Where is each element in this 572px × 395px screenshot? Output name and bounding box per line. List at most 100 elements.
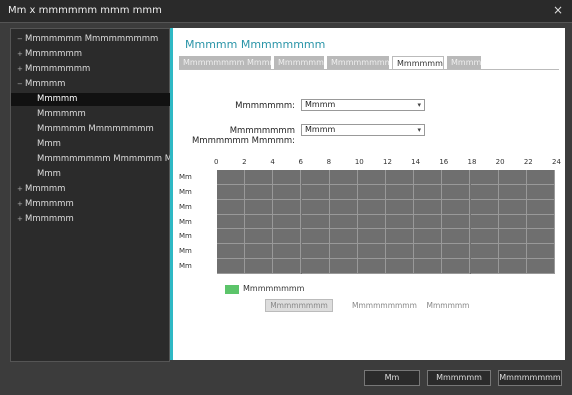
schedule-cell[interactable]	[470, 229, 499, 245]
schedule-cell[interactable]	[498, 184, 527, 200]
expand-icon[interactable]: +	[17, 48, 25, 61]
schedule-cell[interactable]	[357, 199, 386, 215]
schedule-cell[interactable]	[245, 244, 274, 260]
schedule-cell[interactable]	[386, 199, 415, 215]
schedule-cell[interactable]	[498, 259, 527, 274]
schedule-cell[interactable]	[245, 184, 274, 200]
schedule-cell[interactable]	[217, 170, 246, 185]
schedule-cell[interactable]	[357, 170, 386, 185]
schedule-cell[interactable]	[357, 244, 386, 260]
schedule-cell[interactable]	[301, 170, 330, 185]
schedule-cell[interactable]	[329, 170, 358, 185]
tab-3[interactable]: Mmmmmmmm	[392, 56, 444, 70]
tree-item[interactable]: Mmmmm	[11, 93, 187, 106]
schedule-cell[interactable]	[470, 214, 499, 230]
schedule-cell[interactable]	[414, 184, 443, 200]
schedule-cell[interactable]	[414, 170, 443, 185]
apply-button[interactable]: Mmmmmmmm	[498, 370, 562, 386]
schedule-cell[interactable]	[245, 229, 274, 245]
schedule-cell[interactable]	[526, 259, 555, 274]
close-icon[interactable]: ×	[551, 3, 565, 17]
schedule-cell[interactable]	[273, 259, 302, 274]
schedule-cell[interactable]	[498, 214, 527, 230]
tree-item[interactable]: Mmmmmm	[11, 108, 187, 121]
schedule-cell[interactable]	[386, 170, 415, 185]
expand-icon[interactable]: +	[17, 183, 25, 196]
schedule-cell[interactable]	[526, 229, 555, 245]
tab-2[interactable]: Mmmmmmmm	[327, 56, 389, 70]
expand-icon[interactable]: +	[17, 198, 25, 211]
schedule-cell[interactable]	[414, 199, 443, 215]
schedule-cell[interactable]	[217, 199, 246, 215]
schedule-cell[interactable]	[414, 244, 443, 260]
schedule-cell[interactable]	[301, 184, 330, 200]
schedule-cell[interactable]	[273, 199, 302, 215]
schedule-cell[interactable]	[329, 184, 358, 200]
schedule-cell[interactable]	[498, 229, 527, 245]
schedule-cell[interactable]	[329, 199, 358, 215]
panel-button-2[interactable]: Mmmmmmmmm	[351, 299, 417, 312]
schedule-cell[interactable]	[386, 214, 415, 230]
schedule-cell[interactable]	[442, 170, 471, 185]
tree-item[interactable]: Mmmmmm Mmmmmmmm	[11, 123, 187, 136]
schedule-cell[interactable]	[329, 244, 358, 260]
ok-button[interactable]: Mm	[364, 370, 420, 386]
schedule-cell[interactable]	[470, 184, 499, 200]
schedule-cell[interactable]	[301, 259, 330, 274]
schedule-cell[interactable]	[386, 259, 415, 274]
schedule-cell[interactable]	[442, 229, 471, 245]
schedule-cell[interactable]	[442, 259, 471, 274]
panel-button-3[interactable]: Mmmmmm	[425, 299, 471, 312]
schedule-cell[interactable]	[470, 170, 499, 185]
schedule-cell[interactable]	[498, 199, 527, 215]
schedule-cell[interactable]	[301, 229, 330, 245]
tree-item[interactable]: + Mmmmmmm	[11, 48, 175, 61]
tree-item[interactable]: + Mmmmmm	[11, 198, 175, 211]
schedule-cell[interactable]	[526, 170, 555, 185]
schedule-cell[interactable]	[301, 244, 330, 260]
schedule-cell[interactable]	[386, 184, 415, 200]
tree-item[interactable]: Mmm	[11, 138, 187, 151]
expand-icon[interactable]: +	[17, 63, 25, 76]
schedule-cell[interactable]	[273, 214, 302, 230]
schedule-cell[interactable]	[414, 259, 443, 274]
schedule-cell[interactable]	[526, 244, 555, 260]
schedule-cell[interactable]	[245, 170, 274, 185]
schedule-cell[interactable]	[245, 259, 274, 274]
schedule-cell[interactable]	[357, 214, 386, 230]
schedule-cell[interactable]	[526, 184, 555, 200]
schedule-cell[interactable]	[357, 184, 386, 200]
schedule-cell[interactable]	[470, 244, 499, 260]
tree-item[interactable]: Mmm	[11, 168, 187, 181]
schedule-cell[interactable]	[217, 259, 246, 274]
schedule-cell[interactable]	[386, 229, 415, 245]
tree-item[interactable]: + Mmmmmmmm	[11, 63, 175, 76]
tree-item[interactable]: + Mmmmmm	[11, 213, 175, 226]
schedule-cell[interactable]	[329, 259, 358, 274]
schedule-cell[interactable]	[273, 229, 302, 245]
schedule-cell[interactable]	[217, 184, 246, 200]
schedule-cell[interactable]	[245, 214, 274, 230]
schedule-cell[interactable]	[386, 244, 415, 260]
schedule-cell[interactable]	[414, 229, 443, 245]
collapse-icon[interactable]: −	[17, 78, 25, 91]
tab-1[interactable]: Mmmmmm	[274, 56, 324, 70]
tree-item[interactable]: Mmmmmmmmm Mmmmmm Mmmmmm	[11, 153, 213, 166]
tab-0[interactable]: Mmmmmmmm Mmmmmm	[179, 56, 271, 70]
collapse-icon[interactable]: −	[17, 33, 25, 46]
schedule-cell[interactable]	[217, 229, 246, 245]
expand-icon[interactable]: +	[17, 213, 25, 226]
tab-4[interactable]: Mmmmm	[447, 56, 481, 70]
schedule-grid[interactable]	[217, 170, 555, 274]
schedule-cell[interactable]	[442, 199, 471, 215]
schedule-cell[interactable]	[414, 214, 443, 230]
schedule-cell[interactable]	[273, 170, 302, 185]
field-select-1[interactable]: Mmmm ▾	[301, 99, 425, 111]
cancel-button[interactable]: Mmmmmm	[427, 370, 491, 386]
schedule-cell[interactable]	[470, 199, 499, 215]
schedule-cell[interactable]	[442, 244, 471, 260]
tree-item[interactable]: + Mmmmm	[11, 183, 175, 196]
schedule-cell[interactable]	[273, 244, 302, 260]
panel-button-1[interactable]: Mmmmmmmm	[265, 299, 333, 312]
schedule-cell[interactable]	[301, 199, 330, 215]
